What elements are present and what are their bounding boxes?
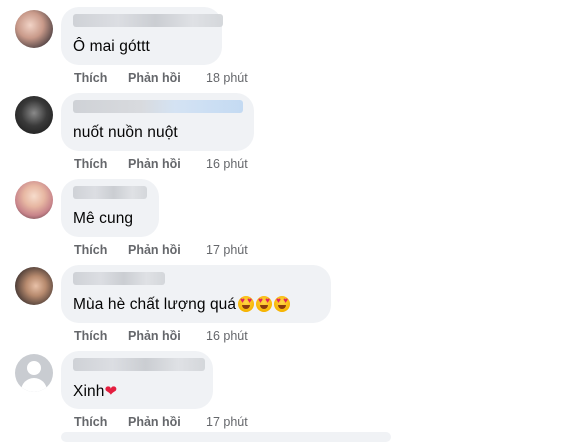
- like-button[interactable]: Thích: [74, 157, 107, 171]
- reply-button[interactable]: Phản hồi: [128, 243, 181, 257]
- timestamp[interactable]: 17 phút: [206, 243, 248, 257]
- comment-text: Mùa hè chất lượng quá: [73, 296, 237, 313]
- reply-button[interactable]: Phản hồi: [128, 157, 181, 171]
- timestamp[interactable]: 16 phút: [206, 329, 248, 343]
- author-name-blurred[interactable]: [73, 358, 205, 371]
- author-name-blurred[interactable]: [73, 100, 243, 113]
- avatar[interactable]: [15, 10, 53, 48]
- comment-text: nuốt nuồn nuột: [73, 124, 178, 141]
- heart-eyes-emoji-icon: [238, 296, 255, 312]
- comment-bubble: nuốt nuồn nuột: [61, 93, 254, 151]
- reply-button[interactable]: Phản hồi: [128, 415, 181, 429]
- like-button[interactable]: Thích: [74, 243, 107, 257]
- comment-bubble: Mê cung: [61, 179, 159, 237]
- heart-eyes-emoji-icon: [256, 296, 273, 312]
- comment-text-row: Mùa hè chất lượng quá: [73, 296, 291, 314]
- comment-bubble: Ô mai góttt: [61, 7, 223, 65]
- next-comment-bubble-partial: [61, 432, 391, 442]
- author-name-blurred[interactable]: [73, 272, 165, 285]
- default-avatar-icon[interactable]: [15, 354, 53, 392]
- like-button[interactable]: Thích: [74, 329, 107, 343]
- like-button[interactable]: Thích: [74, 71, 107, 85]
- comment-bubble: Xinh❤: [61, 351, 213, 409]
- comment-text: Xinh: [73, 383, 105, 400]
- comment-bubble: Mùa hè chất lượng quá: [61, 265, 331, 323]
- reply-button[interactable]: Phản hồi: [128, 71, 181, 85]
- reply-button[interactable]: Phản hồi: [128, 329, 181, 343]
- avatar[interactable]: [15, 267, 53, 305]
- author-name-blurred[interactable]: [73, 14, 223, 27]
- comment-text: Ô mai góttt: [73, 38, 150, 55]
- like-button[interactable]: Thích: [74, 415, 107, 429]
- timestamp[interactable]: 18 phút: [206, 71, 248, 85]
- author-name-blurred[interactable]: [73, 186, 147, 199]
- comment-text: Mê cung: [73, 210, 134, 227]
- comment-text-row: Xinh❤: [73, 382, 117, 401]
- avatar[interactable]: [15, 181, 53, 219]
- red-heart-icon: ❤: [104, 383, 118, 400]
- heart-eyes-emoji-icon: [274, 296, 291, 312]
- timestamp[interactable]: 17 phút: [206, 415, 248, 429]
- timestamp[interactable]: 16 phút: [206, 157, 248, 171]
- avatar[interactable]: [15, 96, 53, 134]
